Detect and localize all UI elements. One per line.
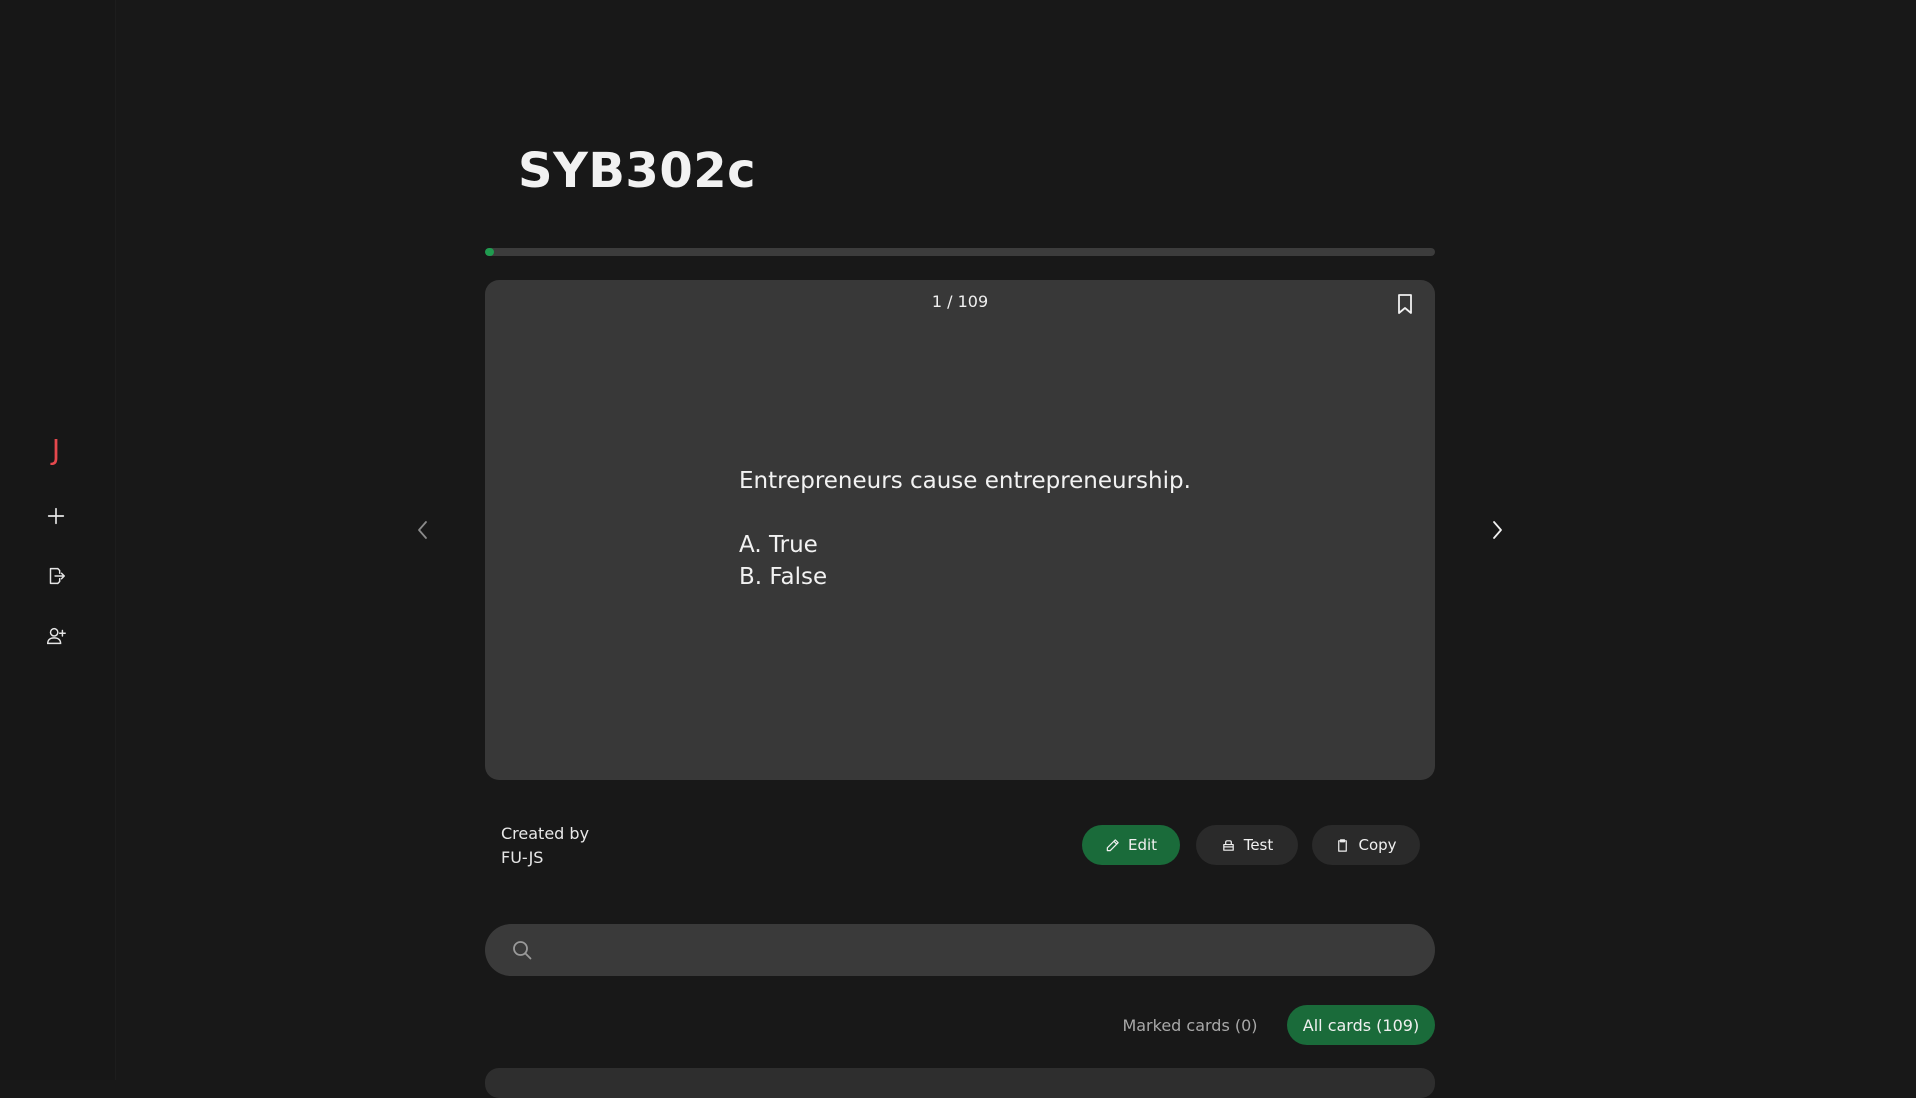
created-by-label: Created by [501, 824, 590, 843]
card-text: Entrepreneurs cause entrepreneurship. A.… [739, 465, 1191, 593]
test-button[interactable]: Test [1196, 825, 1298, 865]
card-option-a: A. True [739, 532, 818, 558]
previous-card-button[interactable] [408, 515, 438, 545]
card-question: Entrepreneurs cause entrepreneurship. [739, 468, 1191, 494]
logout-icon [49, 567, 65, 585]
user-plus-icon [47, 627, 66, 645]
sidebar: J [0, 0, 116, 1080]
bookmark-icon [1398, 294, 1412, 314]
edit-button[interactable]: Edit [1082, 825, 1180, 865]
add-user-button[interactable] [38, 618, 74, 654]
card-option-b: B. False [739, 564, 828, 590]
all-cards-filter[interactable]: All cards (109) [1287, 1005, 1435, 1045]
clipboard-icon [1338, 838, 1348, 852]
chevron-left-icon [418, 521, 427, 539]
copy-label: Copy [1358, 836, 1397, 854]
card-counter: 1 / 109 [931, 292, 989, 311]
marked-cards-filter[interactable]: Marked cards (0) [1115, 1005, 1265, 1045]
logout-button[interactable] [38, 558, 74, 594]
test-label: Test [1243, 836, 1274, 854]
copy-button[interactable]: Copy [1312, 825, 1420, 865]
page-title: SYB302c [518, 143, 757, 199]
search-bar [485, 924, 1435, 976]
progress-fill [485, 248, 494, 256]
progress-bar [485, 248, 1435, 256]
edit-label: Edit [1127, 836, 1158, 854]
search-input[interactable] [549, 924, 1409, 976]
creator-info: Created by FU-JS [501, 822, 589, 870]
app-logo[interactable]: J [44, 430, 68, 470]
plus-icon [47, 507, 65, 525]
author-name[interactable]: FU-JS [501, 846, 589, 870]
card-list-item[interactable] [485, 1068, 1435, 1098]
next-card-button[interactable] [1482, 515, 1512, 545]
test-icon [1222, 839, 1234, 851]
search-icon [513, 941, 532, 960]
chevron-right-icon [1493, 521, 1502, 539]
create-button[interactable] [38, 498, 74, 534]
bookmark-button[interactable] [1391, 290, 1419, 318]
pencil-icon [1106, 838, 1119, 851]
flashcard[interactable]: 1 / 109 Entrepreneurs cause entrepreneur… [485, 280, 1435, 780]
